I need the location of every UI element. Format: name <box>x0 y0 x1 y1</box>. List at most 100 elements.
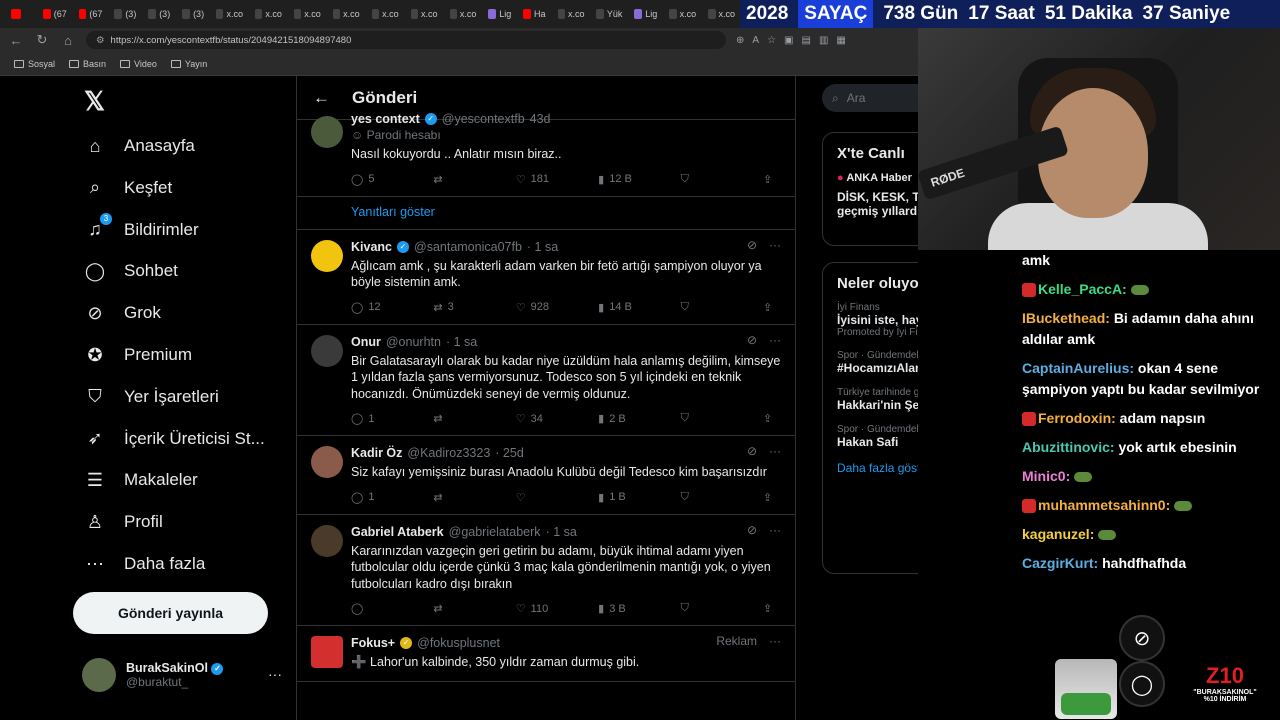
bookmark-button[interactable]: ⛉ <box>681 173 721 186</box>
share-button[interactable]: ⇪ <box>763 301 777 314</box>
translate-icon[interactable]: A <box>752 35 759 46</box>
browser-tab[interactable]: Yük <box>591 3 627 25</box>
views-button[interactable]: ▮ 14 B <box>598 301 638 314</box>
browser-tab[interactable]: x.co <box>664 3 701 25</box>
account-switcher[interactable]: BurakSakinOl ✓ @buraktut_ ··· <box>82 658 282 692</box>
trend-item[interactable]: Türkiye tarihinde gündemdeHakkari'nin Şe… <box>837 387 918 412</box>
repost-button[interactable]: ⇄ <box>433 173 473 186</box>
parent-tweet[interactable]: yes context ✓ @yescontextfb 43d ☺ Parodi… <box>297 112 795 197</box>
bookmark-button[interactable]: ⛉ <box>681 602 721 615</box>
extension-icon[interactable]: ▥ <box>819 35 828 46</box>
reply-button[interactable]: ◯ <box>351 602 391 615</box>
live-card[interactable]: X'te Canlı ● ANKA Haber DİSK, KESK, T ge… <box>822 132 918 246</box>
tweet[interactable]: Kivanc ✓ @santamonica07fb · 1 sa ⊘ ··· Ağlıcam… <box>297 230 795 325</box>
back-icon[interactable]: ← <box>8 33 24 48</box>
like-button[interactable]: ♡ 181 <box>516 173 556 186</box>
more-icon[interactable]: ··· <box>769 444 781 458</box>
trend-item[interactable]: İyi Finansİyisini iste, hayallerine kavu… <box>837 302 918 338</box>
browser-tab[interactable]: x.co <box>553 3 590 25</box>
grok-icon[interactable]: ⊘ <box>747 333 757 347</box>
bookmark-folder[interactable]: Sosyal <box>14 59 55 69</box>
nav-item-sohbet[interactable]: ◯ Sohbet <box>84 257 178 285</box>
back-arrow-icon[interactable]: ← <box>313 88 330 108</box>
share-button[interactable]: ⇪ <box>763 602 777 615</box>
more-icon[interactable]: ··· <box>769 238 781 252</box>
reply-button[interactable]: ◯ 1 <box>351 491 391 504</box>
nav-item-makaleler[interactable]: ☰ Makaleler <box>84 466 198 494</box>
ad-tweet[interactable]: Fokus+ ✓ @fokusplusnet Reklam ··· ➕ Lahor… <box>297 626 795 682</box>
browser-tab[interactable]: Ha <box>518 3 550 25</box>
grok-icon[interactable]: ⊘ <box>747 444 757 458</box>
browser-tab[interactable]: x.co <box>250 3 287 25</box>
grok-icon[interactable]: ⊘ <box>747 238 757 252</box>
repost-button[interactable]: ⇄ 3 <box>433 301 473 314</box>
x-logo-icon[interactable]: 𝕏 <box>84 86 105 117</box>
browser-tab[interactable]: x.co <box>289 3 326 25</box>
tweet[interactable]: Gabriel Ataberk @gabrielataberk · 1 sa ⊘ ···… <box>297 515 795 626</box>
reply-button[interactable]: ◯ 12 <box>351 301 391 314</box>
show-more-link[interactable]: Daha fazla göster <box>837 461 918 475</box>
grok-icon[interactable]: ⊘ <box>747 523 757 537</box>
grok-icon[interactable]: ⊘ <box>1119 615 1165 661</box>
views-button[interactable]: ▮ 1 B <box>598 491 638 504</box>
post-button[interactable]: Gönderi yayınla <box>73 592 268 634</box>
repost-button[interactable]: ⇄ <box>433 412 473 425</box>
browser-tab[interactable]: x.co <box>703 3 740 25</box>
more-icon[interactable]: ··· <box>769 333 781 347</box>
reply-button[interactable]: ◯ 5 <box>351 173 391 186</box>
nav-item-anasayfa[interactable]: ⌂ Anasayfa <box>84 132 195 160</box>
bookmark-folder[interactable]: Basın <box>69 59 106 69</box>
nav-item-yer-i-şaretleri[interactable]: ⛉ Yer İşaretleri <box>84 383 219 411</box>
home-nav-icon[interactable]: ⌂ <box>60 33 76 48</box>
site-info-icon[interactable]: ⚙ <box>96 35 105 46</box>
repost-button[interactable]: ⇄ <box>433 602 473 615</box>
nav-item-daha-fazla[interactable]: ⋯ Daha fazla <box>84 550 205 578</box>
star-icon[interactable]: ☆ <box>767 35 776 46</box>
more-icon[interactable]: ··· <box>268 666 282 682</box>
extension-icon[interactable]: ▤ <box>801 35 810 46</box>
browser-tab[interactable]: Lig <box>483 3 516 25</box>
bookmark-button[interactable]: ⛉ <box>681 412 721 425</box>
views-button[interactable]: ▮ 2 B <box>598 412 638 426</box>
bookmark-folder[interactable]: Video <box>120 59 157 69</box>
browser-tab[interactable]: x.co <box>211 3 248 25</box>
browser-tab[interactable]: x.co <box>367 3 404 25</box>
trend-item[interactable]: Spor · GündemdekilerHakan Safi <box>837 424 918 449</box>
nav-item-profil[interactable]: ♙ Profil <box>84 508 163 536</box>
nav-item-i-çerik-üreticisi-st-[interactable]: ➶ İçerik Üreticisi St... <box>84 425 264 453</box>
tweet[interactable]: Kadir Öz @Kadiroz3323 · 25d ⊘ ··· Siz kafayı … <box>297 436 795 515</box>
browser-tab[interactable]: x.co <box>406 3 443 25</box>
nav-item-bildirimler[interactable]: ♫ 3 Bildirimler <box>84 212 199 244</box>
browser-tab[interactable]: (3) <box>177 3 209 25</box>
nav-item-grok[interactable]: ⊘ Grok <box>84 299 160 327</box>
browser-tab[interactable]: (67 <box>74 3 108 25</box>
nav-item-keşfet[interactable]: ⌕ Keşfet <box>84 174 172 202</box>
more-icon[interactable]: ··· <box>769 523 781 537</box>
repost-button[interactable]: ⇄ <box>433 491 473 504</box>
like-button[interactable]: ♡ 34 <box>516 412 556 426</box>
messages-icon[interactable]: ◯ <box>1119 661 1165 707</box>
views-button[interactable]: ▮ 12 B <box>598 173 638 186</box>
like-button[interactable]: ♡ 928 <box>516 301 556 314</box>
browser-tab[interactable]: (3) <box>143 3 175 25</box>
bookmark-button[interactable]: ⛉ <box>681 301 721 314</box>
share-button[interactable]: ⇪ <box>763 412 777 425</box>
nav-item-premium[interactable]: ✪ Premium <box>84 341 192 369</box>
views-button[interactable]: ▮ 3 B <box>598 602 638 616</box>
trend-item[interactable]: Spor · Gündemdekiler#HocamızıAlamazsınız <box>837 350 918 375</box>
extension-icon[interactable]: ▦ <box>836 35 845 46</box>
url-field[interactable]: ⚙ https://x.com/yescontextfb/status/2049… <box>86 31 726 49</box>
share-button[interactable]: ⇪ <box>763 173 777 186</box>
search-input[interactable]: ⌕ Ara <box>822 84 918 112</box>
reload-icon[interactable]: ↻ <box>34 32 50 48</box>
zoom-icon[interactable]: ⊕ <box>736 35 744 46</box>
browser-tab[interactable]: Lig <box>629 3 662 25</box>
browser-tab[interactable]: (3) <box>109 3 141 25</box>
browser-tab[interactable] <box>6 3 36 25</box>
more-icon[interactable]: ··· <box>769 634 781 648</box>
share-button[interactable]: ⇪ <box>763 491 777 504</box>
like-button[interactable]: ♡ <box>516 491 556 504</box>
show-replies-link[interactable]: Yanıtları göster <box>297 197 795 230</box>
tweet[interactable]: Onur @onurhtn · 1 sa ⊘ ··· Bir Galatasaraylı … <box>297 325 795 436</box>
bookmark-folder[interactable]: Yayın <box>170 59 207 69</box>
